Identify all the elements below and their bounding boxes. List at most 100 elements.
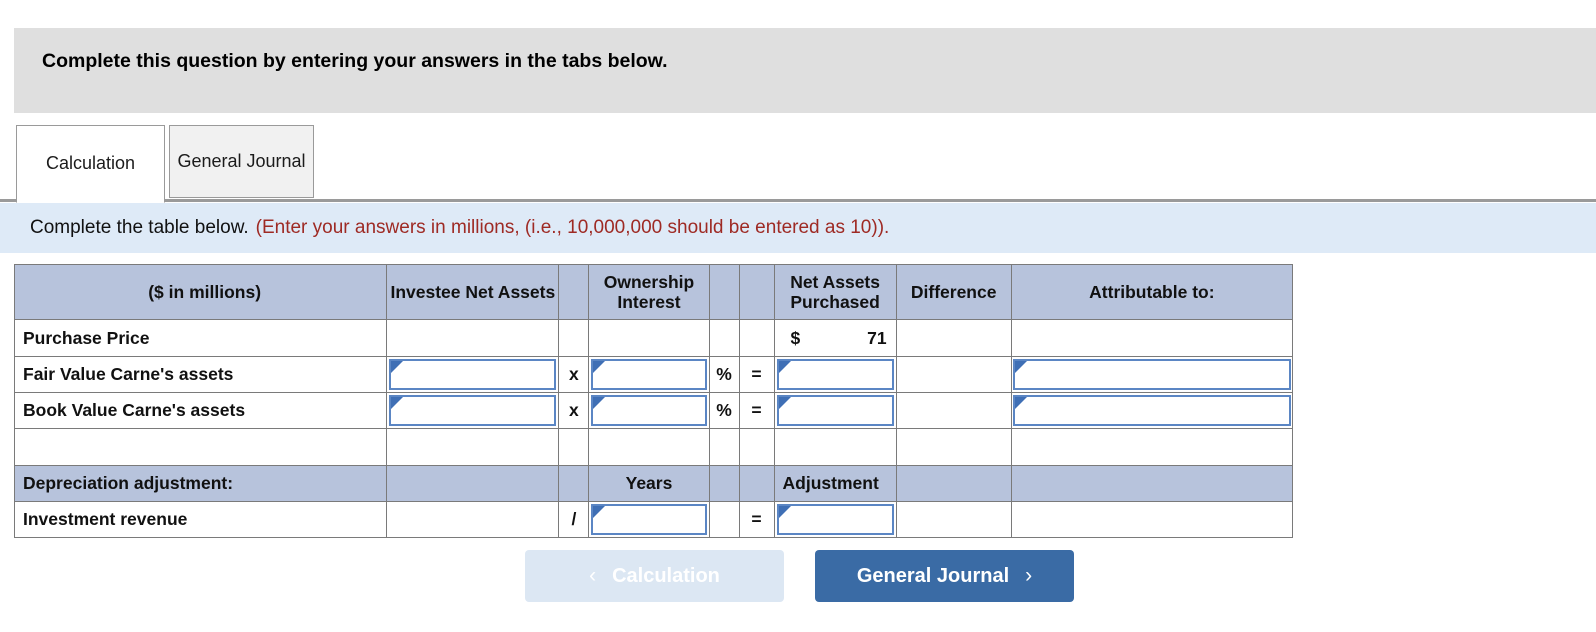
instruction-note-text: (Enter your answers in millions, (i.e., … bbox=[255, 217, 890, 238]
cell-pp-percent bbox=[708, 319, 740, 357]
cell-fv-difference bbox=[895, 356, 1012, 393]
tab-strip-underline bbox=[0, 199, 1596, 202]
nav-buttons: ‹ Calculation General Journal › bbox=[0, 550, 1596, 606]
cell-pp-attributable-to bbox=[1010, 319, 1294, 357]
header-investee-net-assets: Investee Net Assets bbox=[386, 264, 560, 320]
cell-blank-investee-net-assets bbox=[386, 428, 560, 466]
cell-pp-investee-net-assets bbox=[386, 319, 560, 357]
table-row-depreciation-adjustment: Depreciation adjustment: Years Adjustmen… bbox=[13, 465, 1294, 502]
table-row-blank bbox=[13, 428, 1294, 466]
cell-dep-attributable-to bbox=[1010, 465, 1294, 502]
pp-net-assets-value: 71 bbox=[867, 327, 887, 348]
cell-fv-operator: x bbox=[558, 356, 590, 393]
cell-fv-net-assets-purchased[interactable] bbox=[773, 356, 897, 393]
tab-general-journal-label: General Journal bbox=[177, 150, 306, 171]
table-row-book-value: Book Value Carne's assets x % = bbox=[13, 392, 1294, 429]
cell-pp-equals bbox=[738, 319, 775, 357]
cell-inv-operator: / bbox=[558, 501, 590, 538]
calculation-table: ($ in millions) Investee Net Assets Owne… bbox=[13, 264, 1294, 538]
previous-calculation-button[interactable]: ‹ Calculation bbox=[525, 550, 784, 602]
cell-blank-net-assets-purchased bbox=[773, 428, 897, 466]
cell-pp-difference bbox=[895, 319, 1012, 357]
cell-inv-investee-net-assets bbox=[386, 501, 560, 538]
table-row-purchase-price: Purchase Price $ 71 bbox=[13, 319, 1294, 357]
header-ownership-interest: Ownership Interest bbox=[588, 264, 710, 320]
input-inv-years[interactable] bbox=[591, 504, 707, 535]
instruction-bar: Complete the table below. (Enter your an… bbox=[0, 203, 1596, 253]
input-fv-net-assets-purchased[interactable] bbox=[776, 359, 894, 390]
cell-fv-equals: = bbox=[738, 356, 775, 393]
chevron-right-icon: › bbox=[1025, 564, 1033, 587]
row-label-depreciation-adjustment: Depreciation adjustment: bbox=[13, 465, 388, 502]
cell-bv-difference bbox=[895, 392, 1012, 429]
cell-bv-net-assets-purchased[interactable] bbox=[773, 392, 897, 429]
tab-strip: Calculation General Journal bbox=[0, 125, 1596, 203]
input-inv-adjustment[interactable] bbox=[776, 504, 894, 535]
header-difference: Difference bbox=[895, 264, 1012, 320]
header-spacer-pct bbox=[708, 264, 740, 320]
cell-pp-ownership-interest bbox=[588, 319, 710, 357]
cell-dep-difference bbox=[895, 465, 1012, 502]
cell-blank-operator bbox=[558, 428, 590, 466]
cell-pp-operator bbox=[558, 319, 590, 357]
cell-blank-attributable-to bbox=[1010, 428, 1294, 466]
cell-blank-percent bbox=[708, 428, 740, 466]
cell-bv-ownership-interest[interactable] bbox=[588, 392, 710, 429]
pp-currency-symbol: $ bbox=[790, 327, 801, 348]
row-label-book-value: Book Value Carne's assets bbox=[13, 392, 388, 429]
cell-bv-operator: x bbox=[558, 392, 590, 429]
cell-inv-attributable-to bbox=[1010, 501, 1294, 538]
input-fv-ownership-interest[interactable] bbox=[591, 359, 707, 390]
cell-inv-percent bbox=[708, 501, 740, 538]
next-general-journal-button[interactable]: General Journal › bbox=[815, 550, 1074, 602]
question-banner-text: Complete this question by entering your … bbox=[42, 50, 668, 72]
input-bv-attributable-to[interactable] bbox=[1012, 395, 1291, 426]
table-header-row: ($ in millions) Investee Net Assets Owne… bbox=[13, 264, 1294, 320]
cell-fv-investee-net-assets[interactable] bbox=[386, 356, 560, 393]
cell-pp-net-assets-purchased: $ 71 bbox=[773, 319, 897, 357]
cell-fv-attributable-to[interactable] bbox=[1010, 356, 1294, 393]
header-net-assets-purchased: Net Assets Purchased bbox=[773, 264, 897, 320]
next-button-label: General Journal bbox=[856, 564, 1010, 587]
cell-blank-equals bbox=[738, 428, 775, 466]
cell-inv-equals: = bbox=[738, 501, 775, 538]
cell-dep-percent bbox=[708, 465, 740, 502]
header-years: Years bbox=[588, 465, 710, 502]
input-bv-investee-net-assets[interactable] bbox=[389, 395, 557, 426]
table-row-investment-revenue: Investment revenue / = bbox=[13, 501, 1294, 538]
cell-blank-difference bbox=[895, 428, 1012, 466]
tab-calculation-label: Calculation bbox=[45, 153, 136, 174]
header-spacer-mult bbox=[558, 264, 590, 320]
cell-inv-difference bbox=[895, 501, 1012, 538]
cell-bv-investee-net-assets[interactable] bbox=[386, 392, 560, 429]
cell-bv-attributable-to[interactable] bbox=[1010, 392, 1294, 429]
header-spacer-eq bbox=[738, 264, 775, 320]
cell-dep-investee-net-assets bbox=[386, 465, 560, 502]
row-label-fair-value: Fair Value Carne's assets bbox=[13, 356, 388, 393]
input-bv-net-assets-purchased[interactable] bbox=[776, 395, 894, 426]
instruction-main-text: Complete the table below. bbox=[30, 217, 249, 238]
header-adjustment: Adjustment bbox=[773, 465, 897, 502]
header-attributable-to: Attributable to: bbox=[1010, 264, 1294, 320]
input-fv-investee-net-assets[interactable] bbox=[389, 359, 557, 390]
table-row-fair-value: Fair Value Carne's assets x % = bbox=[13, 356, 1294, 393]
row-label-blank bbox=[13, 428, 388, 466]
cell-fv-ownership-interest[interactable] bbox=[588, 356, 710, 393]
cell-fv-percent: % bbox=[708, 356, 740, 393]
cell-inv-years[interactable] bbox=[588, 501, 710, 538]
cell-bv-percent: % bbox=[708, 392, 740, 429]
previous-button-label: Calculation bbox=[612, 564, 720, 587]
chevron-left-icon: ‹ bbox=[589, 564, 597, 587]
input-bv-ownership-interest[interactable] bbox=[591, 395, 707, 426]
cell-bv-equals: = bbox=[738, 392, 775, 429]
cell-dep-operator bbox=[558, 465, 590, 502]
input-fv-attributable-to[interactable] bbox=[1012, 359, 1291, 390]
header-units: ($ in millions) bbox=[13, 264, 388, 320]
question-banner: Complete this question by entering your … bbox=[14, 28, 1596, 113]
cell-inv-adjustment[interactable] bbox=[773, 501, 897, 538]
tab-general-journal[interactable]: General Journal bbox=[169, 125, 314, 198]
tab-calculation[interactable]: Calculation bbox=[16, 125, 165, 203]
row-label-purchase-price: Purchase Price bbox=[13, 319, 388, 357]
row-label-investment-revenue: Investment revenue bbox=[13, 501, 388, 538]
cell-blank-ownership-interest bbox=[588, 428, 710, 466]
